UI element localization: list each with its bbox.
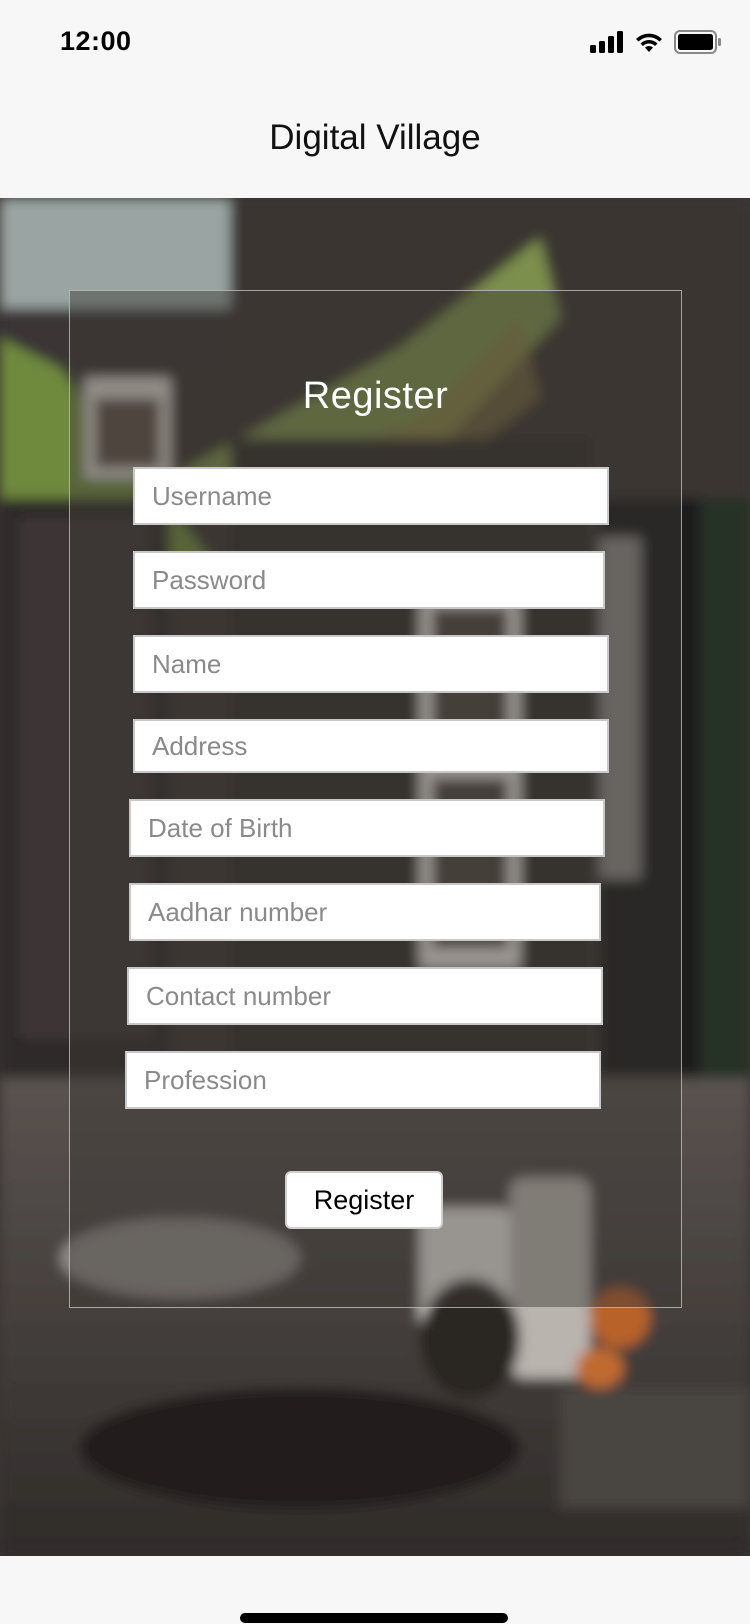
- date-of-birth-field[interactable]: [129, 799, 605, 857]
- address-field[interactable]: [133, 719, 609, 773]
- status-icons: [590, 29, 722, 59]
- username-field[interactable]: [133, 467, 609, 525]
- register-panel: Register Register: [69, 290, 682, 1308]
- status-time: 12:00: [60, 26, 132, 56]
- page-title: Digital Village: [269, 118, 481, 157]
- register-button[interactable]: Register: [285, 1171, 443, 1229]
- status-bar: 12:00: [0, 0, 750, 88]
- profession-field[interactable]: [125, 1051, 601, 1109]
- cellular-signal-icon: [590, 30, 624, 58]
- home-indicator[interactable]: [240, 1613, 508, 1623]
- wifi-icon: [634, 31, 664, 58]
- password-field[interactable]: [133, 551, 605, 609]
- register-title: Register: [302, 375, 449, 417]
- aadhar-number-field[interactable]: [129, 883, 601, 941]
- battery-icon: [674, 29, 722, 59]
- contact-number-field[interactable]: [127, 967, 603, 1025]
- name-field[interactable]: [133, 635, 609, 693]
- app-screen: 12:00 Digital Village Register Username …: [0, 0, 750, 1624]
